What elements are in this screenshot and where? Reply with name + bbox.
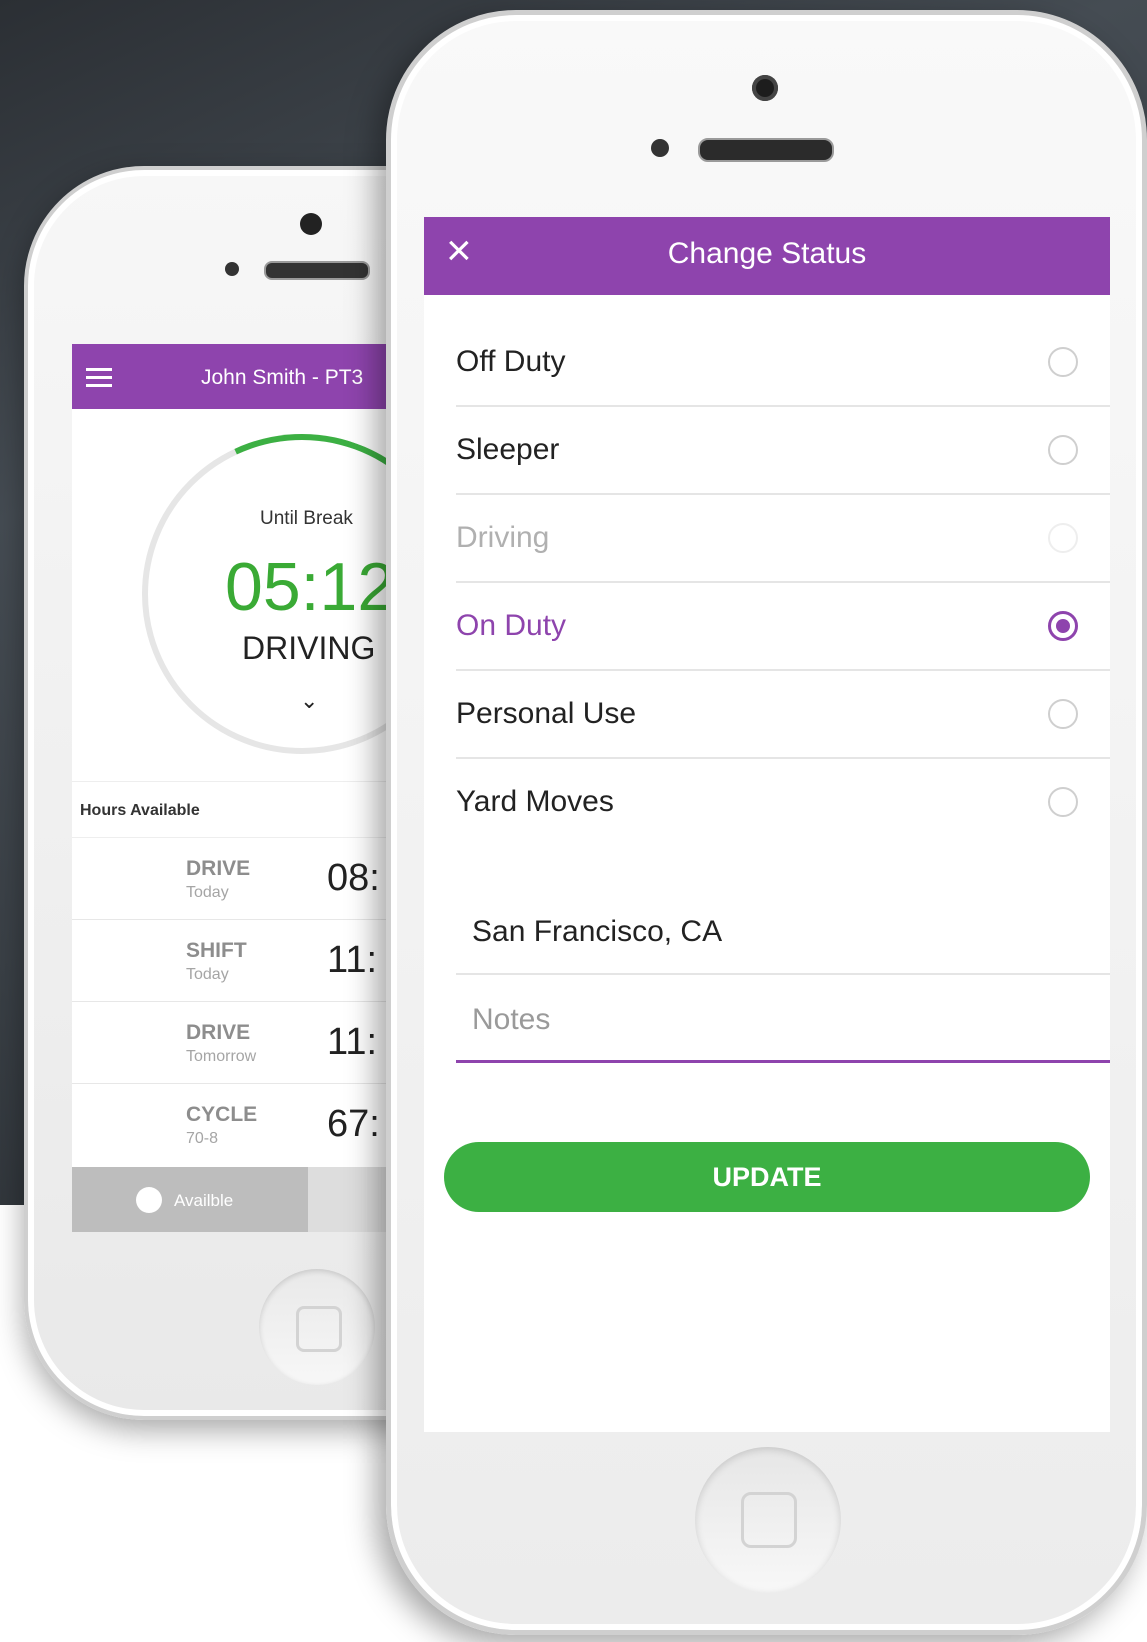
row-value: 11: — [327, 939, 378, 981]
secondary-tab[interactable] — [308, 1167, 392, 1232]
hours-row: DRIVE Tomorrow 11: — [72, 1001, 392, 1084]
radio-button[interactable] — [1048, 347, 1078, 377]
camera-icon — [752, 75, 778, 101]
notes-field[interactable]: Notes — [456, 977, 1110, 1063]
home-square-icon — [296, 1306, 342, 1352]
row-value: 08: — [327, 857, 380, 899]
row-key: DRIVE — [186, 1021, 251, 1044]
sensor-icon — [651, 139, 669, 157]
hours-available-header: Hours Available — [72, 781, 392, 838]
page-title: Change Status — [667, 237, 867, 270]
status-option-personal-use[interactable]: Personal Use — [456, 671, 1110, 759]
radio-button[interactable] — [1048, 699, 1078, 729]
update-button[interactable]: UPDATE — [444, 1142, 1090, 1212]
sensor-icon — [225, 262, 239, 276]
status-option-sleeper[interactable]: Sleeper — [456, 407, 1110, 495]
home-square-icon — [741, 1492, 797, 1548]
speaker-icon — [698, 138, 834, 162]
hours-row: CYCLE 70-8 67: — [72, 1083, 392, 1165]
status-option-on-duty[interactable]: On Duty — [456, 583, 1110, 671]
status-option-label: Yard Moves — [456, 785, 614, 818]
row-sub: Today — [186, 884, 229, 901]
current-status[interactable]: DRIVING — [242, 630, 375, 667]
location-field[interactable]: San Francisco, CA — [456, 887, 1110, 975]
row-sub: Today — [186, 966, 229, 983]
radio-button[interactable] — [1048, 435, 1078, 465]
app-header: John Smith - PT3 — [72, 344, 392, 409]
row-key: SHIFT — [186, 939, 247, 962]
status-option-label: Driving — [456, 521, 550, 554]
status-option-yard-moves[interactable]: Yard Moves — [456, 759, 1110, 847]
timer-value: 05:12 — [225, 549, 392, 625]
change-status-header: × Change Status — [424, 217, 1110, 295]
driver-title: John Smith - PT3 — [201, 366, 364, 389]
row-sub: Tomorrow — [186, 1048, 257, 1065]
status-option-label: On Duty — [456, 609, 567, 642]
back-phone-screen: John Smith - PT3 Until Break 05:12 DRIVI… — [72, 344, 392, 1232]
chevron-down-icon[interactable]: ⌄ — [300, 688, 318, 714]
hamburger-menu-icon[interactable] — [86, 368, 112, 387]
status-option-label: Off Duty — [456, 345, 566, 378]
row-key: DRIVE — [186, 857, 251, 880]
hours-row: DRIVE Today 08: — [72, 837, 392, 920]
status-option-driving: Driving — [456, 495, 1110, 583]
radio-button-selected[interactable] — [1048, 611, 1078, 641]
front-phone-screen: × Change Status Off Duty Sleeper Driving… — [424, 217, 1110, 1432]
available-tab-label: Availble — [174, 1191, 234, 1210]
location-value: San Francisco, CA — [472, 915, 723, 948]
radio-button[interactable] — [1048, 787, 1078, 817]
row-key: CYCLE — [186, 1103, 258, 1126]
until-break-label: Until Break — [260, 508, 353, 529]
clock-icon — [136, 1187, 162, 1213]
radio-button — [1048, 523, 1078, 553]
row-value: 11: — [327, 1021, 378, 1063]
hours-row: SHIFT Today 11: — [72, 919, 392, 1002]
status-option-label: Personal Use — [456, 697, 637, 730]
hours-available-label: Hours Available — [80, 802, 200, 819]
notes-placeholder: Notes — [472, 1003, 551, 1036]
status-option-label: Sleeper — [456, 433, 560, 466]
speaker-icon — [264, 261, 370, 280]
row-value: 67: — [327, 1103, 380, 1145]
available-tab[interactable]: Availble — [72, 1167, 308, 1232]
row-sub: 70-8 — [186, 1130, 219, 1147]
status-option-off-duty[interactable]: Off Duty — [456, 319, 1110, 407]
camera-icon — [300, 213, 322, 235]
